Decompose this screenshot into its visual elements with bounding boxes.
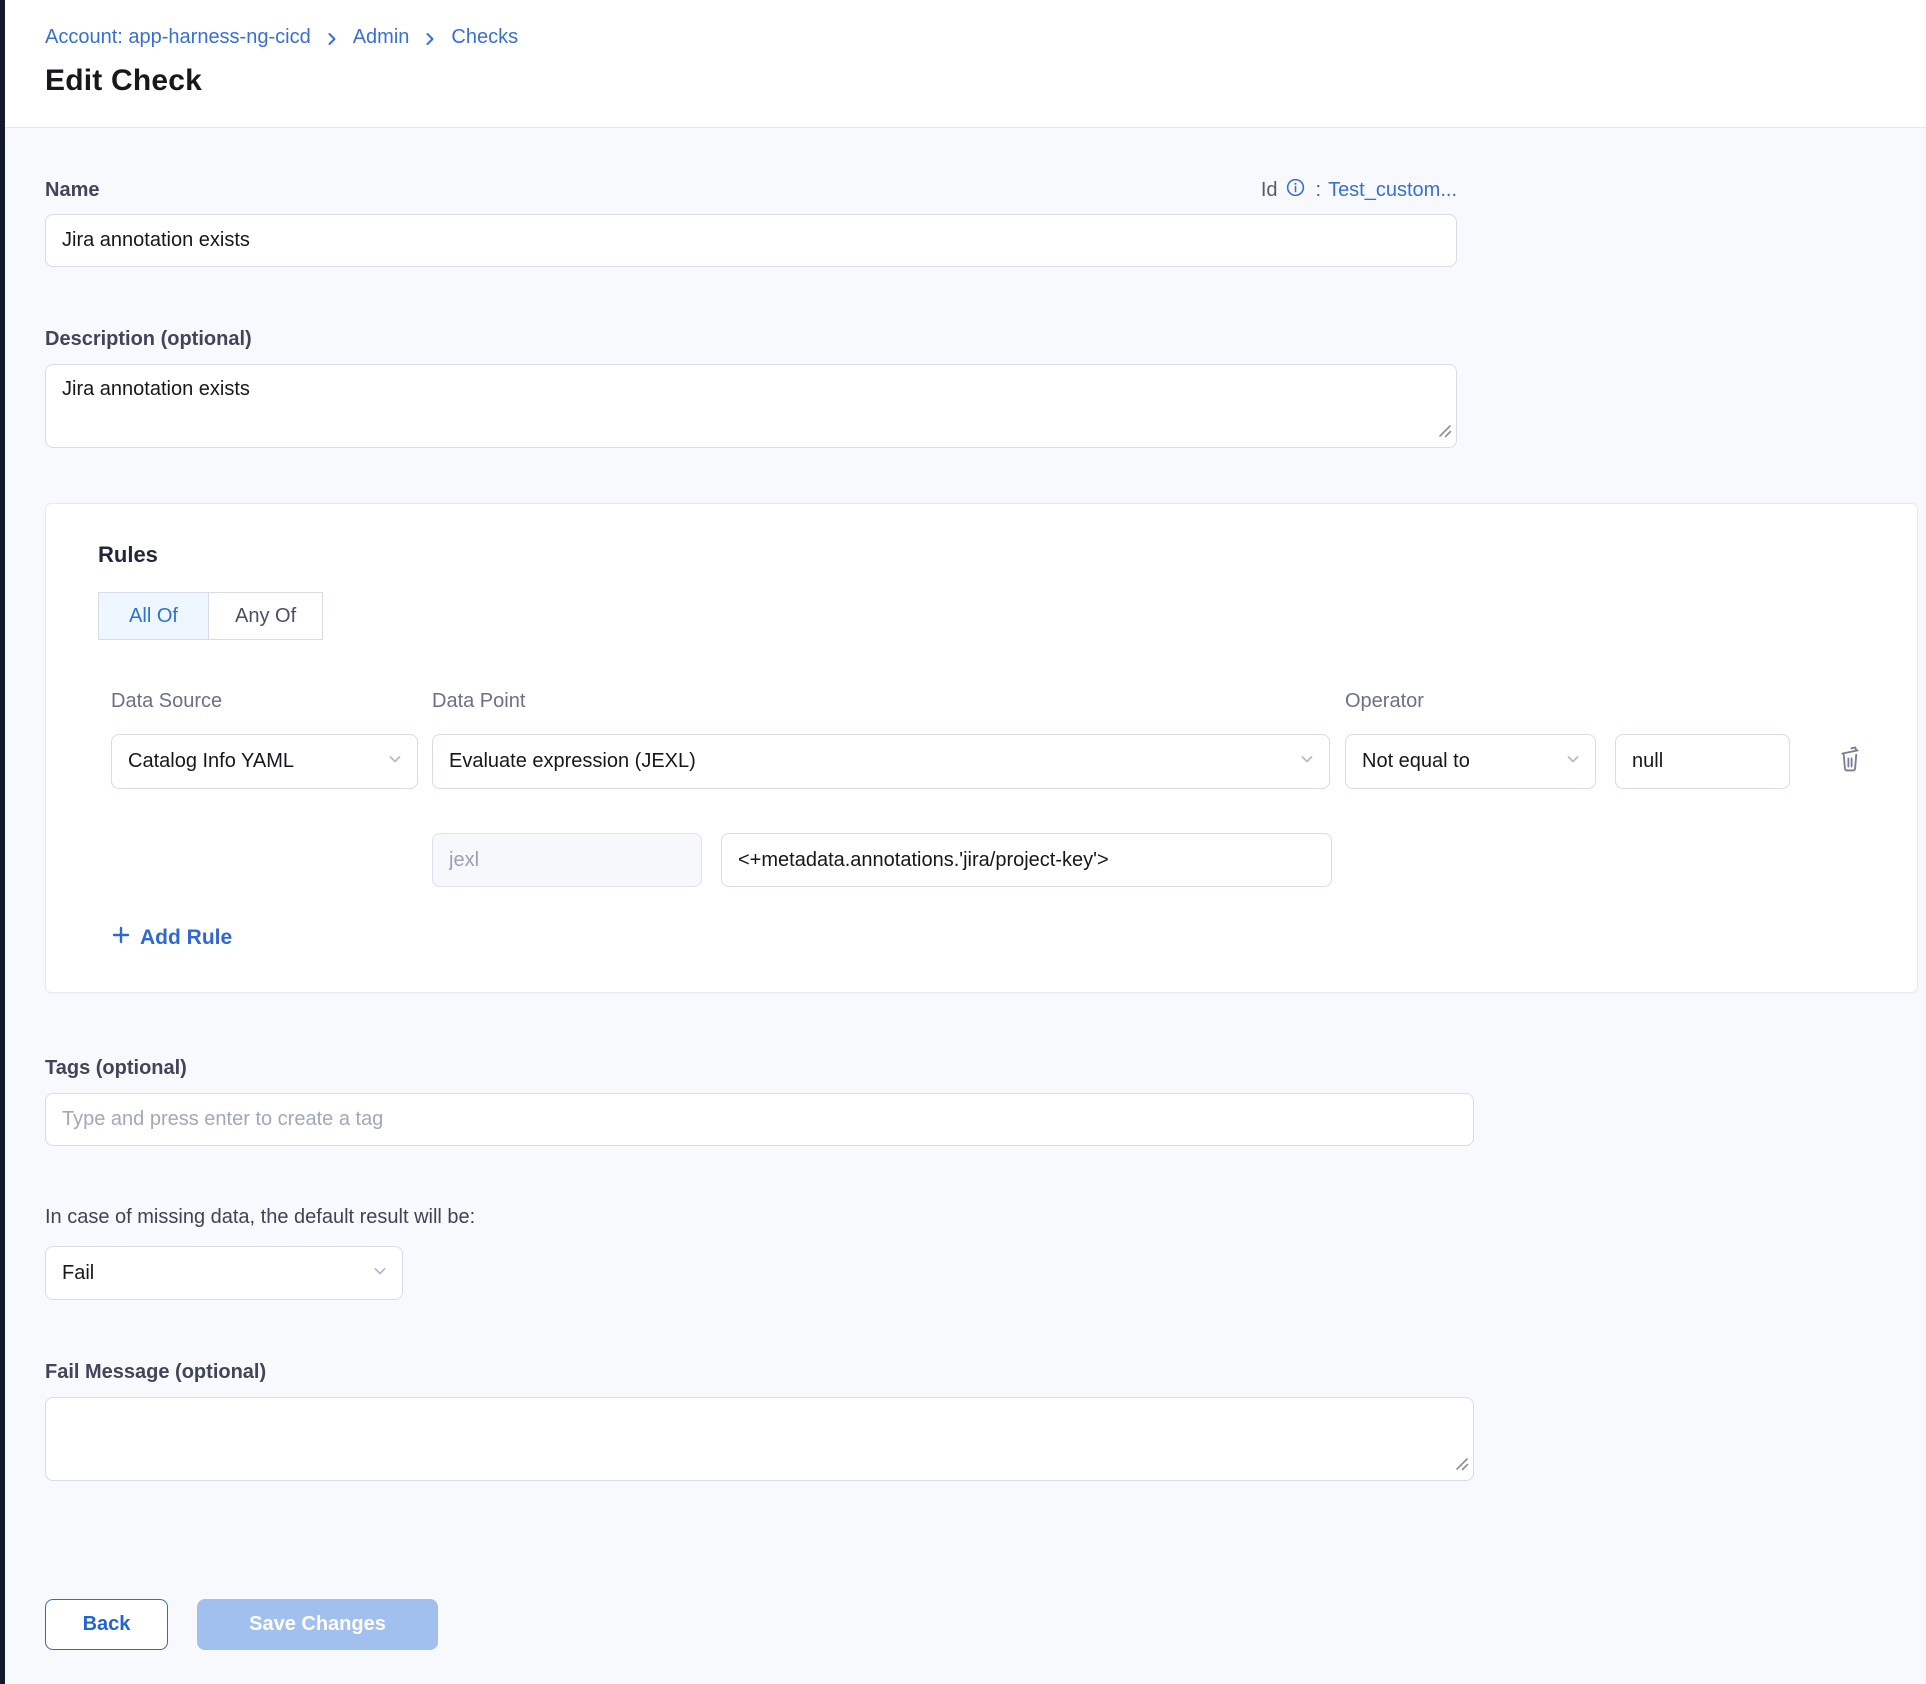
- operator-label: Operator: [1345, 690, 1596, 713]
- default-result-select[interactable]: Fail: [45, 1246, 403, 1300]
- id-label: Id: [1261, 179, 1278, 202]
- rules-heading: Rules: [98, 542, 1917, 568]
- name-input[interactable]: [45, 214, 1457, 267]
- delete-rule-button[interactable]: [1836, 743, 1864, 776]
- chevron-right-icon: [422, 31, 438, 47]
- page-title: Edit Check: [45, 64, 1926, 98]
- info-icon[interactable]: [1285, 177, 1306, 198]
- chevron-down-icon: [1565, 750, 1581, 773]
- data-source-label: Data Source: [111, 690, 418, 713]
- left-edge-strip: [0, 0, 5, 1684]
- add-rule-button[interactable]: Add Rule: [111, 925, 232, 951]
- save-changes-button[interactable]: Save Changes: [197, 1599, 438, 1650]
- chevron-down-icon: [387, 750, 403, 773]
- breadcrumb-checks-link[interactable]: Checks: [451, 26, 518, 49]
- jexl-input[interactable]: [432, 833, 702, 887]
- plus-icon: [111, 925, 131, 951]
- operator-select[interactable]: Not equal to: [1345, 734, 1596, 789]
- add-rule-label: Add Rule: [140, 926, 232, 950]
- edit-check-form: Name Id : Test_custom... Description (op…: [0, 178, 1926, 1650]
- missing-data-label: In case of missing data, the default res…: [45, 1206, 1926, 1229]
- rules-card: Rules All Of Any Of Data Source Catalog …: [45, 503, 1918, 993]
- chevron-right-icon: [324, 31, 340, 47]
- expression-input[interactable]: [721, 833, 1332, 887]
- breadcrumb-account-link[interactable]: Account: app-harness-ng-cicd: [45, 26, 311, 49]
- id-separator: :: [1316, 179, 1322, 202]
- description-label: Description (optional): [45, 328, 1926, 351]
- chevron-down-icon: [1299, 750, 1315, 773]
- name-label: Name: [45, 179, 99, 202]
- tags-label: Tags (optional): [45, 1057, 1926, 1080]
- rule-value-input[interactable]: [1615, 734, 1790, 789]
- data-point-label: Data Point: [432, 690, 1330, 713]
- default-result-value: Fail: [62, 1262, 94, 1285]
- check-id: Id : Test_custom...: [1261, 179, 1457, 202]
- operator-value: Not equal to: [1362, 750, 1470, 773]
- data-source-select[interactable]: Catalog Info YAML: [111, 734, 418, 789]
- chevron-down-icon: [372, 1262, 388, 1285]
- trash-icon: [1836, 743, 1864, 776]
- back-button[interactable]: Back: [45, 1599, 168, 1650]
- match-mode-toggle: All Of Any Of: [98, 592, 323, 640]
- id-value-link[interactable]: Test_custom...: [1328, 179, 1457, 202]
- fail-message-label: Fail Message (optional): [45, 1361, 1926, 1384]
- fail-message-textarea[interactable]: [45, 1397, 1474, 1481]
- data-source-value: Catalog Info YAML: [128, 750, 294, 773]
- page-header: Account: app-harness-ng-cicd Admin Check…: [0, 0, 1926, 128]
- description-textarea[interactable]: Jira annotation exists: [45, 364, 1457, 448]
- breadcrumb-admin-link[interactable]: Admin: [353, 26, 410, 49]
- data-point-select[interactable]: Evaluate expression (JEXL): [432, 734, 1330, 789]
- any-of-toggle[interactable]: Any Of: [208, 592, 323, 640]
- all-of-toggle[interactable]: All Of: [98, 592, 208, 640]
- data-point-value: Evaluate expression (JEXL): [449, 750, 696, 773]
- rule-row: Data Source Catalog Info YAML Data Point…: [111, 690, 1917, 951]
- breadcrumb: Account: app-harness-ng-cicd Admin Check…: [45, 26, 1926, 49]
- tags-input[interactable]: [45, 1093, 1474, 1146]
